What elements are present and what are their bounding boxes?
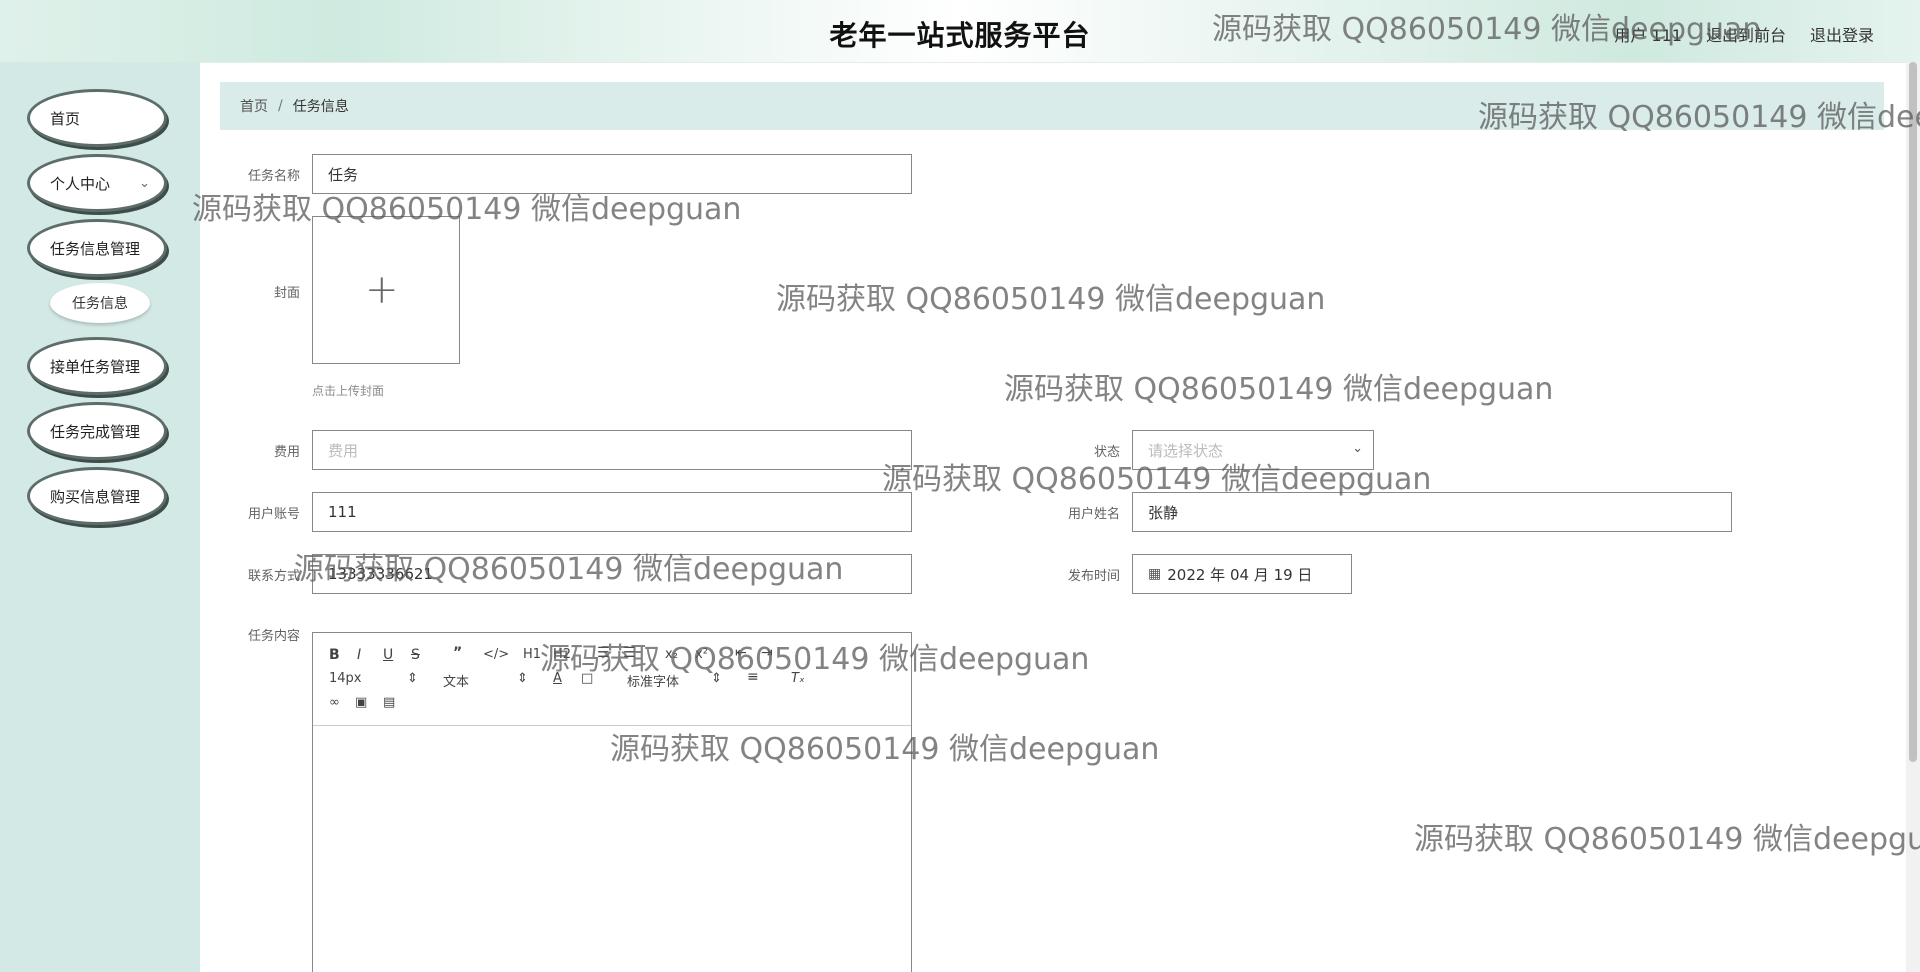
watermark-text: 源码获取 QQ86050149 微信deepguan [1004, 372, 1554, 407]
blockquote-icon[interactable]: ” [453, 645, 462, 661]
sidebar-item-label: 任务信息 [72, 296, 128, 312]
status-select[interactable]: 请选择状态 ⌄ [1132, 430, 1374, 470]
current-user: 用户 111 [1614, 26, 1682, 45]
sidebar-item-label: 任务完成管理 [50, 422, 141, 441]
indent-increase-icon[interactable]: ⇥ [761, 645, 773, 661]
sidebar-item-task-info-management[interactable]: 任务信息管理 [30, 222, 164, 274]
back-to-front-link[interactable]: 退出到前台 [1706, 22, 1786, 46]
rich-text-editor: B I U S ” </> H1 H2 ☰ ☰ x₂ x² ⇤ ⇥ 14px ⇕… [312, 632, 912, 972]
sidebar-item-label: 接单任务管理 [50, 357, 141, 376]
strikethrough-icon[interactable]: S [411, 647, 420, 663]
sidebar-item-label: 任务信息管理 [50, 239, 141, 258]
sidebar-item-task-completion-management[interactable]: 任务完成管理 [30, 405, 164, 457]
header-actions: 用户 111 退出到前台 退出登录 [1614, 22, 1874, 46]
sidebar-item-purchase-info-management[interactable]: 购买信息管理 [30, 470, 164, 522]
page-scrollbar-thumb[interactable] [1909, 62, 1917, 762]
sidebar-subitem-task-info[interactable]: 任务信息 [50, 283, 150, 323]
breadcrumb-separator: / [278, 98, 283, 114]
link-icon[interactable]: ∞ [329, 695, 340, 710]
video-icon[interactable]: ▤ [383, 695, 395, 710]
italic-icon[interactable]: I [357, 647, 361, 663]
plus-icon: + [365, 267, 399, 313]
code-block-icon[interactable]: </> [483, 647, 509, 662]
cover-upload-tip: 点击上传封面 [312, 384, 385, 398]
chevron-down-icon: ⌄ [1352, 441, 1363, 456]
task-name-input[interactable]: 任务 [312, 154, 912, 194]
sidebar-item-label: 个人中心 [50, 174, 111, 193]
cover-upload[interactable]: + [312, 216, 460, 364]
image-icon[interactable]: ▣ [355, 695, 367, 710]
underline-icon[interactable]: U [383, 647, 393, 663]
sidebar-item-personal-center[interactable]: 个人中心 ⌄ [30, 157, 164, 209]
font-size-select[interactable]: 14px [329, 671, 362, 686]
font-family-select[interactable]: 标准字体 [627, 671, 679, 690]
font-color-icon[interactable]: A [553, 671, 562, 686]
bullet-list-icon[interactable]: ☰ [623, 645, 636, 661]
account-input[interactable]: 111 [312, 492, 912, 532]
select-arrows-icon: ⇕ [407, 671, 418, 686]
background-color-icon[interactable]: □ [581, 671, 593, 686]
watermark-text: 源码获取 QQ86050149 微信deepguan [776, 282, 1326, 317]
contact-input[interactable]: 13333336621 [312, 554, 912, 594]
sidebar-item-accepted-task-management[interactable]: 接单任务管理 [30, 340, 164, 392]
publish-time-picker[interactable]: ▦ 2022 年 04 月 19 日 [1132, 554, 1352, 594]
username-input[interactable]: 张静 [1132, 492, 1732, 532]
indent-decrease-icon[interactable]: ⇤ [735, 645, 747, 661]
status-label: 状态 [1093, 445, 1120, 460]
username-label: 用户姓名 [1067, 507, 1120, 522]
top-header: 老年一站式服务平台 用户 111 退出到前台 退出登录 [0, 0, 1920, 63]
sidebar-item-home[interactable]: 首页 [30, 92, 164, 144]
account-label: 用户账号 [247, 507, 300, 522]
breadcrumb-current: 任务信息 [292, 99, 349, 115]
logout-link[interactable]: 退出登录 [1810, 22, 1874, 46]
watermark-text: 源码获取 QQ86050149 微信deepguan [1414, 822, 1920, 857]
publish-time-value: 2022 年 04 月 19 日 [1167, 565, 1313, 584]
cover-label: 封面 [273, 286, 300, 301]
breadcrumb: 首页 / 任务信息 [220, 82, 1884, 130]
breadcrumb-home[interactable]: 首页 [240, 96, 268, 116]
editor-toolbar: B I U S ” </> H1 H2 ☰ ☰ x₂ x² ⇤ ⇥ 14px ⇕… [313, 633, 911, 726]
chevron-down-icon: ⌄ [139, 175, 150, 191]
content-label: 任务内容 [247, 629, 300, 644]
contact-label: 联系方式 [247, 569, 300, 584]
task-name-label: 任务名称 [247, 169, 300, 184]
sidebar-item-label: 首页 [50, 109, 81, 128]
ordered-list-icon[interactable]: ☰ [597, 645, 610, 661]
status-select-placeholder: 请选择状态 [1148, 441, 1224, 460]
superscript-icon[interactable]: x² [695, 647, 708, 662]
calendar-icon: ▦ [1148, 566, 1162, 582]
fee-input[interactable]: 费用 [312, 430, 912, 470]
sidebar: 首页 个人中心 ⌄ 任务信息管理 任务信息 接单任务管理 任务完成管理 购买信息… [0, 62, 200, 972]
clear-format-icon[interactable]: Tₓ [791, 671, 805, 686]
bold-icon[interactable]: B [329, 647, 340, 663]
select-arrows-icon: ⇕ [517, 671, 528, 686]
fee-label: 费用 [273, 445, 300, 460]
paragraph-select[interactable]: 文本 [443, 671, 469, 690]
sidebar-item-label: 购买信息管理 [50, 487, 141, 506]
editor-content-area[interactable] [313, 726, 911, 972]
select-arrows-icon: ⇕ [711, 671, 722, 686]
publish-time-label: 发布时间 [1067, 569, 1120, 584]
heading2-button[interactable]: H2 [553, 647, 571, 662]
subscript-icon[interactable]: x₂ [665, 647, 678, 662]
align-icon[interactable]: ≡ [747, 669, 759, 685]
heading1-button[interactable]: H1 [523, 647, 541, 662]
